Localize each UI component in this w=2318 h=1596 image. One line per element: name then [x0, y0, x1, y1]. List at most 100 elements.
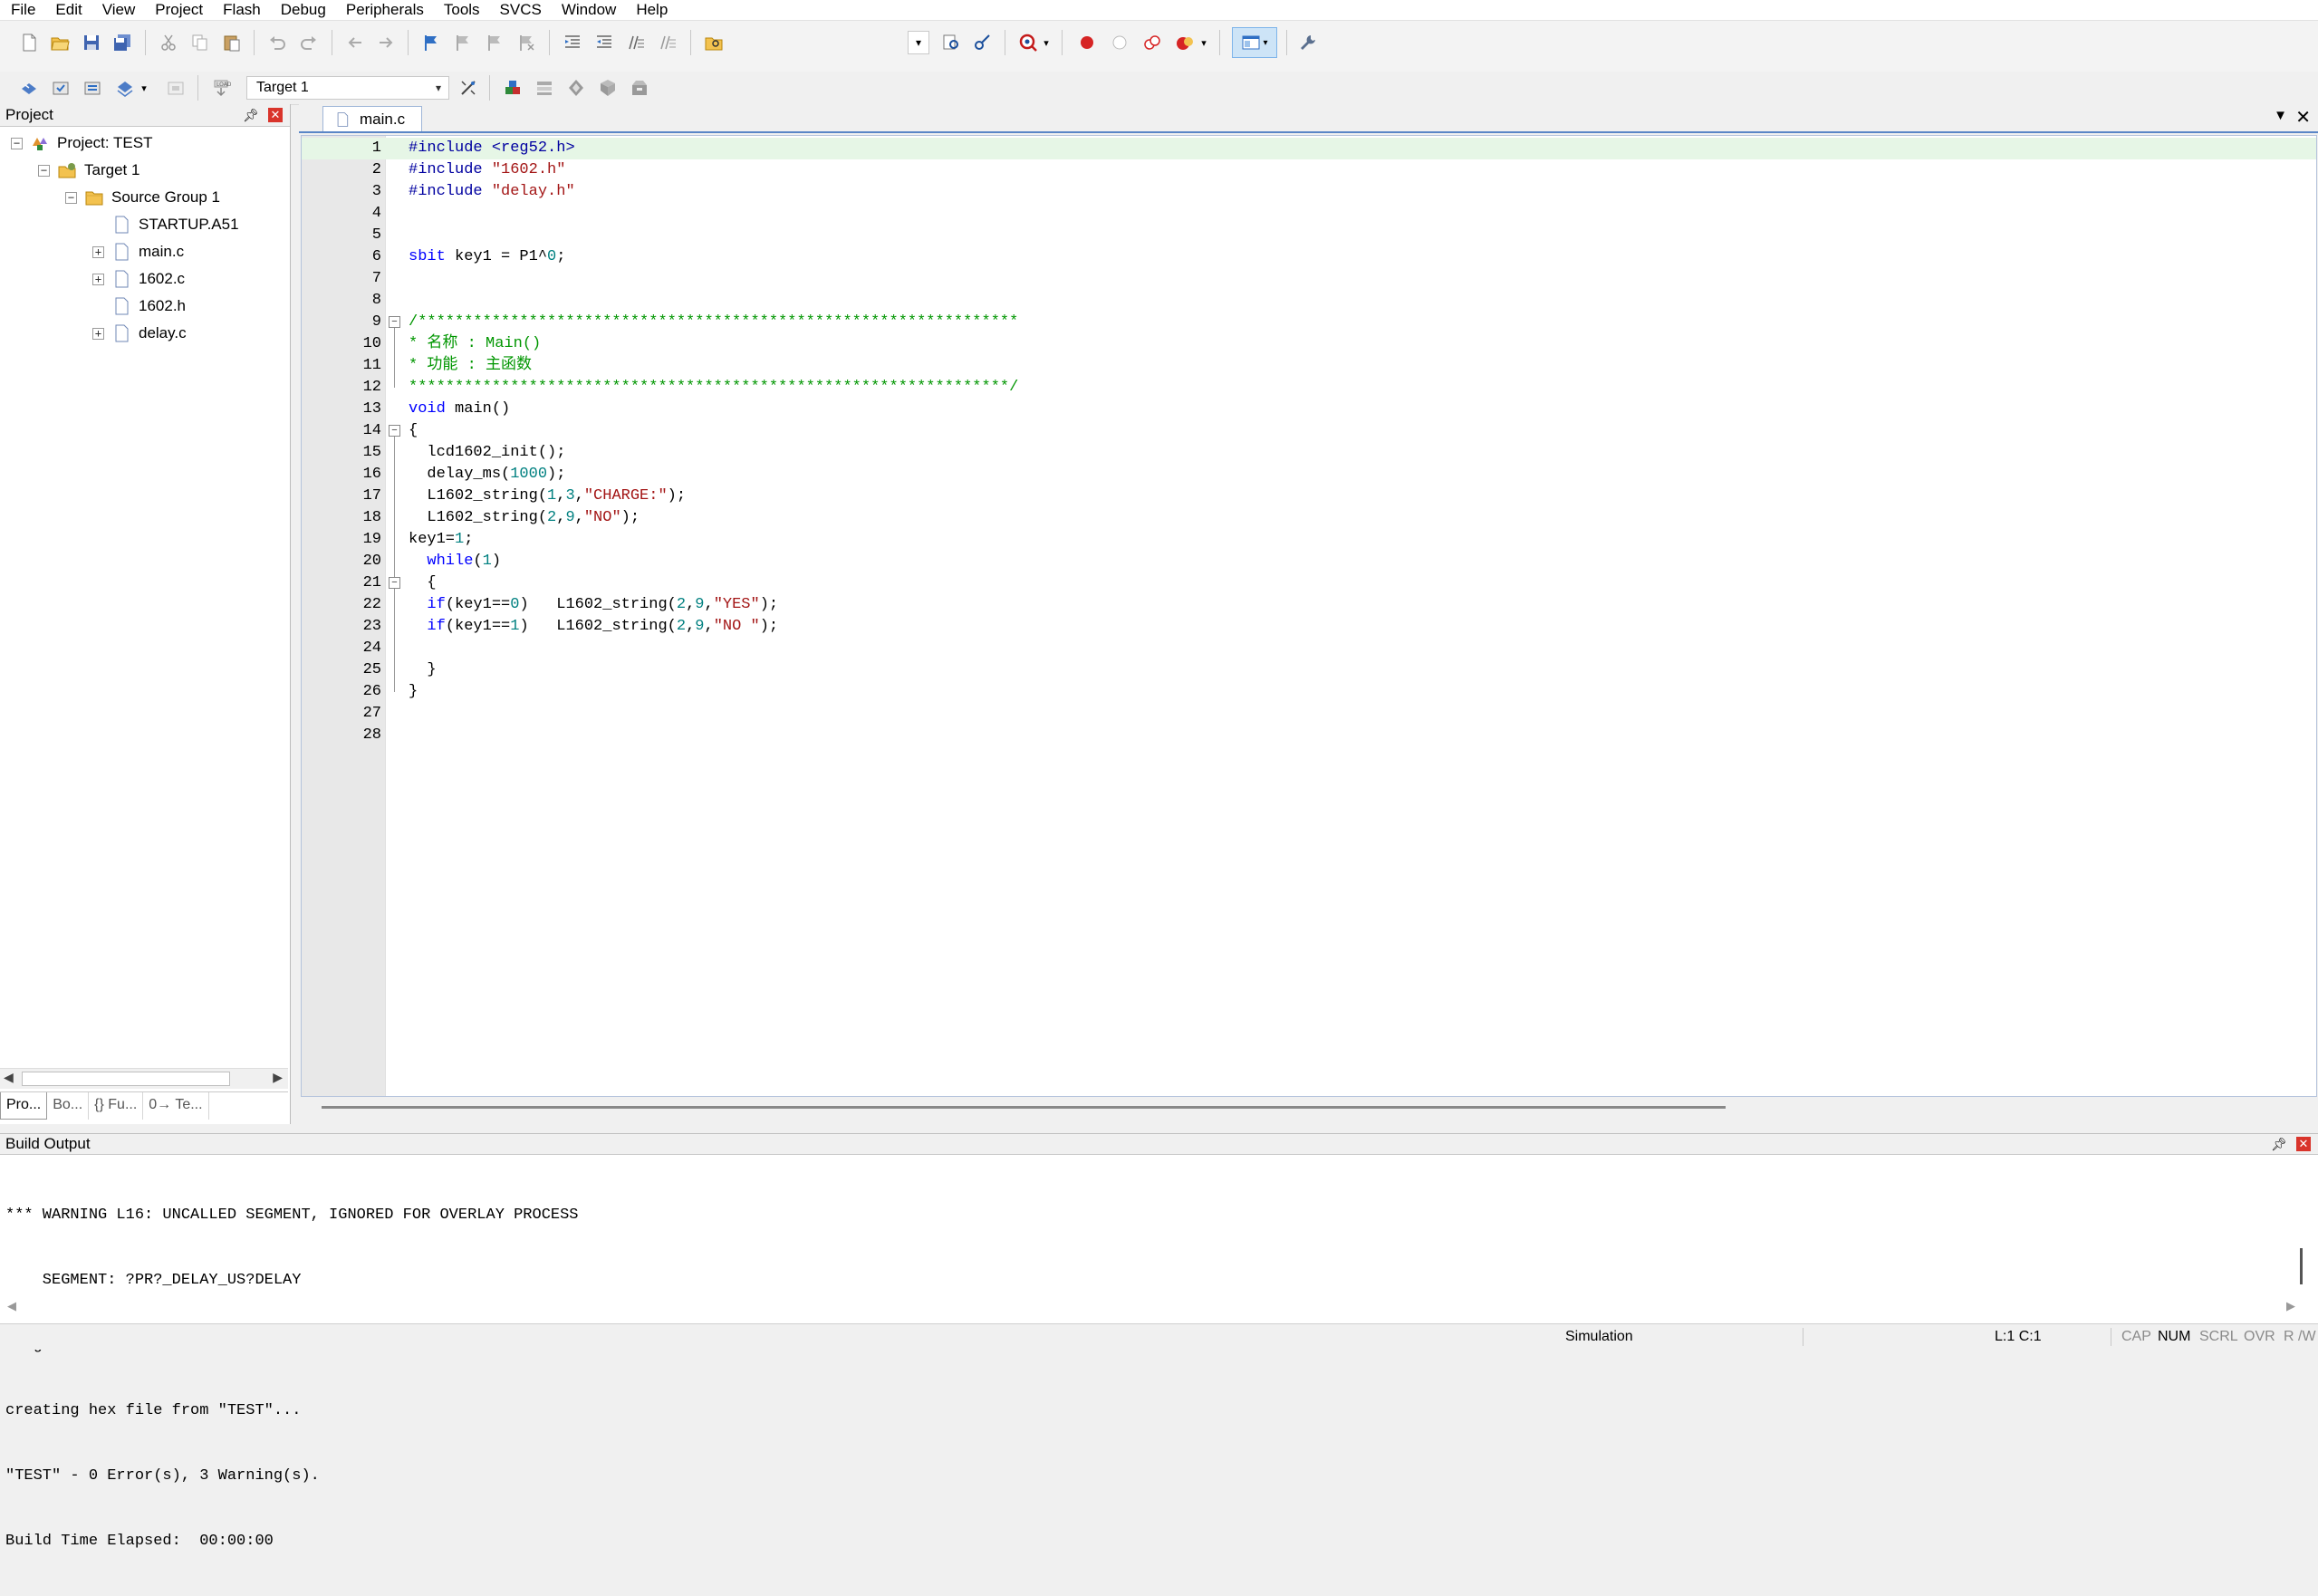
menu-help[interactable]: Help [625, 0, 677, 20]
scroll-left-icon[interactable]: ◀ [7, 1299, 16, 1313]
scrollbar-thumb[interactable] [22, 1072, 230, 1086]
fold-toggle-icon[interactable]: − [389, 316, 400, 328]
collapse-icon[interactable]: − [65, 191, 77, 204]
tree-item-target[interactable]: − Target 1 [38, 158, 139, 183]
pack-installer-icon[interactable] [563, 75, 589, 101]
tree-item-file[interactable]: 1602.h [92, 293, 186, 319]
paste-icon[interactable] [219, 30, 245, 55]
menu-flash[interactable]: Flash [212, 0, 270, 20]
code-editor[interactable]: 1 #include <reg52.h> 2 #include "1602.h" 3 #i… [301, 135, 2317, 1097]
tab-functions[interactable]: {} Fu... [89, 1092, 144, 1120]
chevron-down-icon[interactable]: ▾ [428, 77, 448, 99]
window-layout-icon[interactable]: ▾ [1232, 27, 1277, 58]
kill-all-breakpoints-icon[interactable] [1172, 30, 1197, 55]
tree-item-file[interactable]: + main.c [92, 239, 184, 264]
tree-item-file[interactable]: + 1602.c [92, 266, 185, 292]
scroll-left-icon[interactable]: ◀ [4, 1070, 14, 1085]
menu-tools[interactable]: Tools [433, 0, 489, 20]
select-packs-icon[interactable] [532, 75, 557, 101]
menu-view[interactable]: View [91, 0, 145, 20]
undo-icon[interactable] [265, 30, 290, 55]
menu-svcs[interactable]: SVCS [489, 0, 551, 20]
batch-build-icon[interactable] [112, 75, 138, 101]
close-icon[interactable]: ✕ [268, 108, 283, 122]
menu-edit[interactable]: Edit [44, 0, 91, 20]
open-folder-icon[interactable] [47, 30, 72, 55]
next-bookmark-icon[interactable] [482, 30, 507, 55]
menu-peripherals[interactable]: Peripherals [335, 0, 433, 20]
scroll-right-icon[interactable]: ▶ [273, 1070, 283, 1085]
redo-icon[interactable] [296, 30, 322, 55]
comment-selection-icon[interactable] [623, 30, 649, 55]
tab-main-c[interactable]: main.c [322, 106, 422, 131]
code-text: #include <reg52.h> [409, 139, 575, 157]
save-all-icon[interactable] [110, 30, 135, 55]
project-horizontal-scrollbar[interactable]: ◀ ▶ [0, 1068, 288, 1089]
configure-icon[interactable] [1295, 30, 1321, 55]
close-icon[interactable]: ✕ [2296, 1137, 2311, 1151]
navigate-back-icon[interactable] [342, 30, 368, 55]
tree-item-project[interactable]: − Project: TEST [11, 130, 153, 156]
tree-item-file[interactable]: + delay.c [92, 321, 187, 346]
breakpoint-dropdown-icon[interactable]: ▾ [1197, 30, 1210, 55]
rebuild-icon[interactable] [80, 75, 105, 101]
build-output-horizontal-scrollbar[interactable]: ◀ ▶ [0, 1299, 2301, 1315]
menu-window[interactable]: Window [551, 0, 625, 20]
tree-item-file[interactable]: STARTUP.A51 [92, 212, 239, 237]
enable-breakpoint-icon[interactable] [1107, 30, 1132, 55]
uncomment-selection-icon[interactable] [655, 30, 680, 55]
insert-bookmark-icon[interactable] [418, 30, 444, 55]
clear-bookmarks-icon[interactable] [514, 30, 539, 55]
fold-toggle-icon[interactable]: − [389, 577, 400, 589]
close-icon[interactable]: ✕ [2295, 106, 2311, 129]
fold-toggle-icon[interactable]: − [389, 425, 400, 437]
copy-icon[interactable] [188, 30, 213, 55]
collapse-icon[interactable]: − [38, 164, 50, 177]
menu-file[interactable]: File [0, 0, 44, 20]
batch-build-dropdown-icon[interactable]: ▾ [138, 75, 150, 101]
expand-icon[interactable]: + [92, 245, 104, 258]
tab-project[interactable]: Pro... [0, 1092, 48, 1120]
find-combo-box[interactable]: ▾ [908, 31, 929, 54]
pin-icon[interactable]: 📌︎ [243, 104, 259, 126]
pin-icon[interactable]: 📌︎ [2271, 1134, 2287, 1154]
download-icon[interactable]: LOAD [208, 75, 234, 101]
tab-templates[interactable]: 0→ Te... [143, 1092, 209, 1120]
package-icon[interactable] [627, 75, 652, 101]
tree-item-source-group[interactable]: − Source Group 1 [65, 185, 220, 210]
build-output-vertical-scrollbar[interactable] [2294, 1158, 2309, 1293]
build-icon[interactable] [48, 75, 73, 101]
stop-build-icon[interactable] [163, 75, 188, 101]
navigate-forward-icon[interactable] [373, 30, 399, 55]
editor-horizontal-scrollbar[interactable] [322, 1106, 1726, 1109]
target-options-icon[interactable] [456, 75, 481, 101]
incremental-find-icon[interactable] [969, 30, 995, 55]
manage-project-items-icon[interactable] [500, 75, 525, 101]
find-icon[interactable] [938, 30, 964, 55]
expand-icon[interactable]: + [92, 273, 104, 285]
expand-icon[interactable]: + [92, 327, 104, 340]
menu-debug[interactable]: Debug [270, 0, 335, 20]
start-debug-icon[interactable] [1015, 30, 1041, 55]
previous-bookmark-icon[interactable] [450, 30, 476, 55]
find-in-files-icon[interactable] [701, 30, 726, 55]
code-text: * 功能 : 主函数 [409, 357, 533, 374]
menu-project[interactable]: Project [144, 0, 212, 20]
collapse-icon[interactable]: − [11, 137, 23, 149]
tab-list-dropdown-icon[interactable]: ▼ [2274, 108, 2287, 123]
translate-icon[interactable] [16, 75, 42, 101]
debug-dropdown-icon[interactable]: ▾ [1040, 30, 1053, 55]
scrollbar-thumb[interactable] [2300, 1248, 2303, 1284]
unindent-icon[interactable] [592, 30, 617, 55]
disable-all-breakpoints-icon[interactable] [1140, 30, 1165, 55]
code-text: sbit key1 = P1^0; [409, 248, 566, 265]
tab-books[interactable]: Bo... [47, 1092, 90, 1120]
insert-breakpoint-icon[interactable] [1074, 30, 1100, 55]
target-select[interactable]: Target 1 ▾ [246, 76, 449, 100]
save-icon[interactable] [79, 30, 104, 55]
indent-icon[interactable] [560, 30, 585, 55]
cut-icon[interactable] [156, 30, 181, 55]
new-file-icon[interactable] [16, 30, 42, 55]
scroll-right-icon[interactable]: ▶ [2286, 1299, 2295, 1313]
runtime-environment-icon[interactable] [595, 75, 620, 101]
